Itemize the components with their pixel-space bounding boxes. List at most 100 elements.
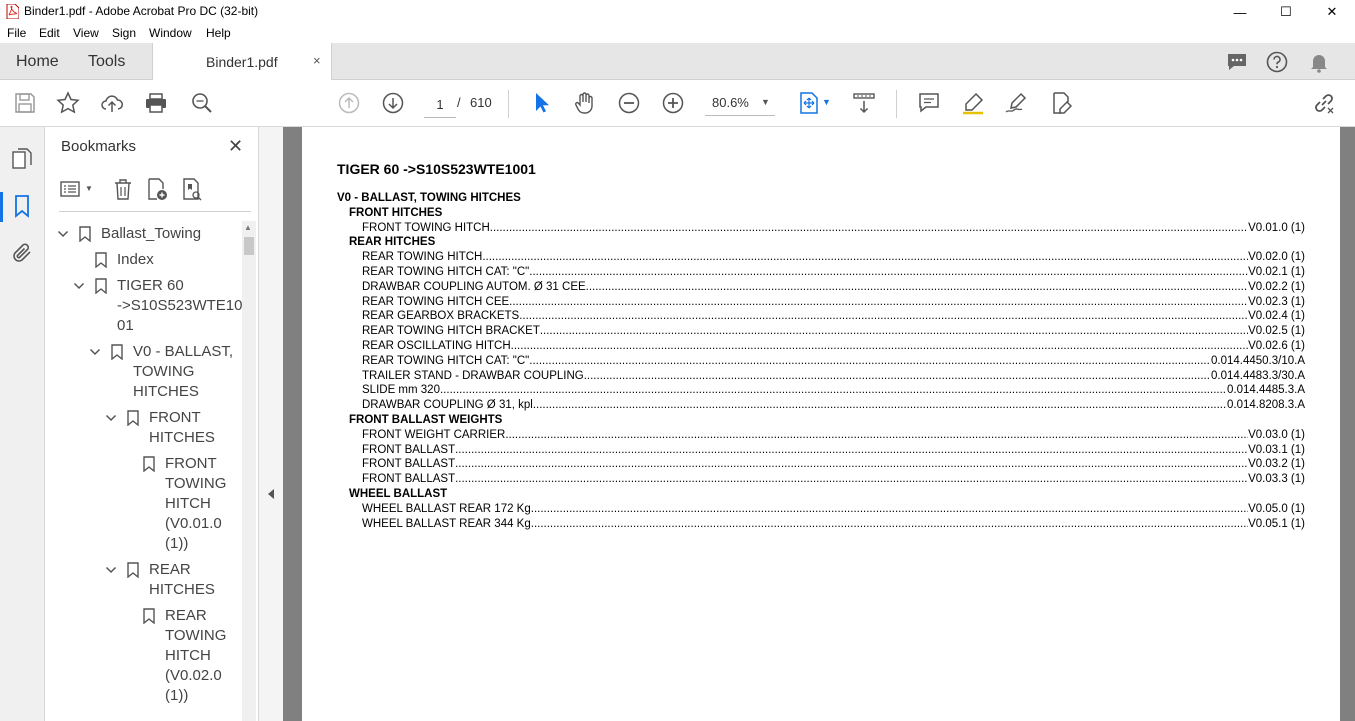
new-bookmark-from-structure-icon[interactable] [180,177,204,201]
document-viewer[interactable]: TIGER 60 ->S10S523WTE1001 V0 - BALLAST, … [283,127,1355,721]
hand-tool-icon[interactable] [573,91,597,115]
menu-view[interactable]: View [73,26,99,40]
toc-entry-label: REAR GEARBOX BRACKETS [362,310,520,322]
chevron-down-icon[interactable] [89,346,101,358]
bookmark-label-line: (V0.01.0 [165,515,222,532]
title-bar: Binder1.pdf - Adobe Acrobat Pro DC (32-b… [0,0,1355,24]
highlight-pen-icon[interactable] [961,91,985,115]
toc-entry[interactable]: WHEEL BALLAST REAR 172 Kg V0.05.0 (1) [362,502,1305,516]
bookmark-star-icon[interactable] [56,91,80,115]
notification-bell-icon[interactable] [1307,50,1331,74]
share-link-icon[interactable] [1312,91,1336,115]
menu-edit[interactable]: Edit [39,26,60,40]
chevron-down-icon[interactable] [57,228,69,240]
bookmark-options-icon[interactable] [59,177,83,201]
bookmarks-icon[interactable] [10,194,34,218]
menu-window[interactable]: Window [149,26,192,40]
minimize-button[interactable]: — [1217,0,1263,24]
comment-bubble-icon[interactable] [1225,50,1249,74]
main-toolbar: / 610 80.6% ▼ ▼ [0,80,1355,127]
toc-entry-label: REAR OSCILLATING HITCH [362,340,511,352]
scrolling-mode-icon[interactable] [852,91,876,115]
bookmark-item[interactable]: Index [45,250,242,270]
bookmark-item[interactable]: FRONT HITCHES [45,408,242,448]
toc-entry[interactable]: FRONT BALLAST V0.03.3 (1) [362,472,1305,486]
chevron-down-icon[interactable] [105,412,117,424]
previous-page-icon[interactable] [337,91,361,115]
bookmark-item[interactable]: REAR TOWING HITCH (V0.02.0 (1)) [45,606,242,706]
maximize-button[interactable]: ☐ [1263,0,1309,24]
print-icon[interactable] [144,91,168,115]
save-icon[interactable] [13,91,37,115]
bookmark-item[interactable]: V0 - BALLAST, TOWING HITCHES [45,342,242,402]
chevron-down-icon[interactable] [105,564,117,576]
options-chevron-icon[interactable]: ▼ [85,184,93,193]
bookmarks-scrollbar[interactable]: ▲ [242,221,256,721]
close-tab-icon[interactable]: × [313,53,321,68]
new-bookmark-icon[interactable] [145,177,169,201]
toc-entry-reference: V0.05.1 (1) [1248,518,1305,530]
fit-page-chevron-icon[interactable]: ▼ [822,97,831,107]
help-icon[interactable] [1265,50,1289,74]
bookmarks-toolbar: ▼ [59,177,249,203]
toc-entry[interactable]: REAR TOWING HITCH CEE V0.02.3 (1) [362,295,1305,309]
toc-entry[interactable]: REAR TOWING HITCH BRACKET V0.02.5 (1) [362,324,1305,338]
toc-entry[interactable]: FRONT BALLAST V0.03.2 (1) [362,457,1305,471]
zoom-level-dropdown[interactable]: 80.6% ▼ [705,91,775,116]
toc-entry[interactable]: FRONT WEIGHT CARRIER V0.03.0 (1) [362,428,1305,442]
toc-entry-reference: V0.02.0 (1) [1248,251,1305,263]
toc-entry[interactable]: REAR TOWING HITCH CAT: "C" V0.02.1 (1) [362,265,1305,279]
scrollbar-thumb[interactable] [244,237,254,255]
next-page-icon[interactable] [381,91,405,115]
toc-entry[interactable]: FRONT BALLAST V0.03.1 (1) [362,443,1305,457]
menu-sign[interactable]: Sign [112,26,136,40]
bookmark-label-line: ->S10S523WTE10 [117,297,243,314]
bookmark-item[interactable]: REAR HITCHES [45,560,242,600]
delete-bookmark-icon[interactable] [111,177,135,201]
panel-collapse-handle[interactable] [259,127,283,721]
tab-tools[interactable]: Tools [88,53,125,71]
toc-entry[interactable]: DRAWBAR COUPLING AUTOM. Ø 31 CEE V0.02.2 … [362,280,1305,294]
toc-entry-label: REAR TOWING HITCH CAT: "C" [362,355,530,367]
edit-pdf-icon[interactable] [1049,91,1073,115]
toc-entry[interactable]: TRAILER STAND - DRAWBAR COUPLING 0.014.44… [362,369,1305,383]
toc-entry[interactable]: WHEEL BALLAST REAR 344 Kg V0.05.1 (1) [362,517,1305,531]
fit-page-icon[interactable] [797,91,821,115]
toc-entry[interactable]: REAR TOWING HITCH CAT: "C" 0.014.4450.3/1… [362,354,1305,368]
toc-entry[interactable]: SLIDE mm 320 0.014.4485.3.A [362,383,1305,397]
toc-entry[interactable]: FRONT TOWING HITCH V0.01.0 (1) [362,221,1305,235]
menu-file[interactable]: File [7,26,26,40]
add-comment-icon[interactable] [917,91,941,115]
page-thumbnails-icon[interactable] [10,147,34,171]
toc-entry-label: FRONT TOWING HITCH [362,222,490,234]
draw-pen-icon[interactable] [1004,91,1028,115]
tab-document[interactable]: Binder1.pdf × [152,43,332,80]
select-cursor-icon[interactable] [530,91,554,115]
bookmark-item[interactable]: Ballast_Towing [45,224,242,244]
cloud-upload-icon[interactable] [100,91,124,115]
toc-leader-dots [490,221,1248,235]
close-window-button[interactable]: ✕ [1309,0,1355,24]
bookmark-icon [143,456,155,472]
zoom-in-icon[interactable] [661,91,685,115]
bookmark-item[interactable]: TIGER 60 ->S10S523WTE10 01 [45,276,243,336]
scroll-up-icon[interactable]: ▲ [244,223,252,232]
toc-leader-dots [482,250,1248,264]
page-number-input[interactable] [424,91,456,118]
attachments-paperclip-icon[interactable] [10,241,34,265]
toc-leader-dots [505,428,1248,442]
zoom-out-icon[interactable] [617,91,641,115]
close-panel-icon[interactable]: ✕ [228,136,243,157]
bookmark-item[interactable]: FRONT TOWING HITCH (V0.01.0 (1)) [45,454,242,554]
toc-entry[interactable]: DRAWBAR COUPLING Ø 31, kpl. 0.014.8208.3.… [362,398,1305,412]
toc-entry[interactable]: REAR OSCILLATING HITCH V0.02.6 (1) [362,339,1305,353]
toc-entry[interactable]: REAR GEARBOX BRACKETS V0.02.4 (1) [362,309,1305,323]
zoom-search-icon[interactable] [190,91,214,115]
tab-home[interactable]: Home [16,53,59,71]
bookmark-label-line: (1)) [165,535,189,552]
menu-help[interactable]: Help [206,26,231,40]
bookmark-label: Ballast_Towing [101,224,201,244]
toc-entry[interactable]: REAR TOWING HITCH V0.02.0 (1) [362,250,1305,264]
left-navigation-rail [0,127,45,721]
chevron-down-icon[interactable] [73,280,85,292]
